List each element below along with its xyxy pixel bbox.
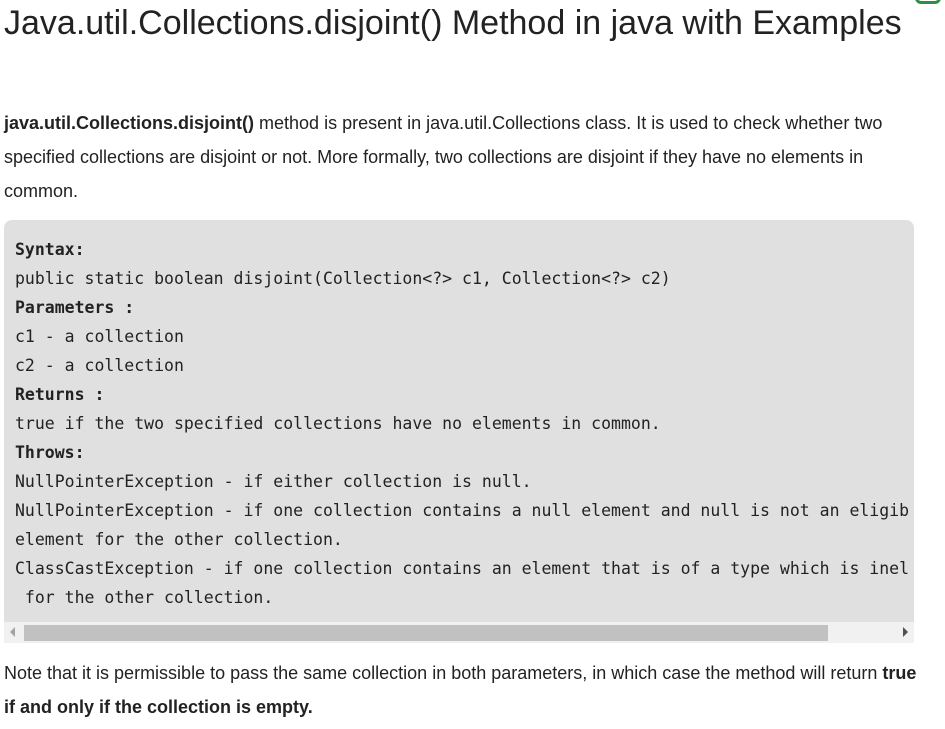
scroll-right-arrow-icon[interactable] — [903, 627, 908, 637]
corner-badge — [915, 0, 941, 4]
scroll-left-arrow-icon[interactable] — [10, 627, 15, 637]
syntax-label: Syntax: — [15, 240, 85, 259]
horizontal-scrollbar[interactable] — [4, 622, 914, 643]
throws-label: Throws: — [15, 443, 85, 462]
parameters-label: Parameters : — [15, 298, 135, 317]
method-signature: public static boolean disjoint(Collectio… — [15, 269, 671, 288]
note-paragraph: Note that it is permissible to pass the … — [4, 656, 924, 724]
throws-line-1: NullPointerException - if either collect… — [15, 472, 532, 491]
throws-line-2b: element for the other collection. — [15, 530, 343, 549]
throws-line-2a: NullPointerException - if one collection… — [15, 501, 910, 520]
returns-text: true if the two specified collections ha… — [15, 414, 661, 433]
param-c1: c1 - a collection — [15, 327, 184, 346]
intro-paragraph: java.util.Collections.disjoint() method … — [4, 106, 914, 208]
code-content: Syntax: public static boolean disjoint(Co… — [15, 235, 909, 612]
note-text: Note that it is permissible to pass the … — [4, 663, 883, 683]
code-block: Syntax: public static boolean disjoint(Co… — [4, 220, 914, 643]
returns-label: Returns : — [15, 385, 105, 404]
method-name: java.util.Collections.disjoint() — [4, 113, 255, 133]
page-title: Java.util.Collections.disjoint() Method … — [4, 4, 902, 42]
param-c2: c2 - a collection — [15, 356, 184, 375]
scrollbar-thumb[interactable] — [24, 625, 828, 641]
throws-line-3a: ClassCastException - if one collection c… — [15, 559, 910, 578]
throws-line-3b: for the other collection. — [15, 588, 274, 607]
